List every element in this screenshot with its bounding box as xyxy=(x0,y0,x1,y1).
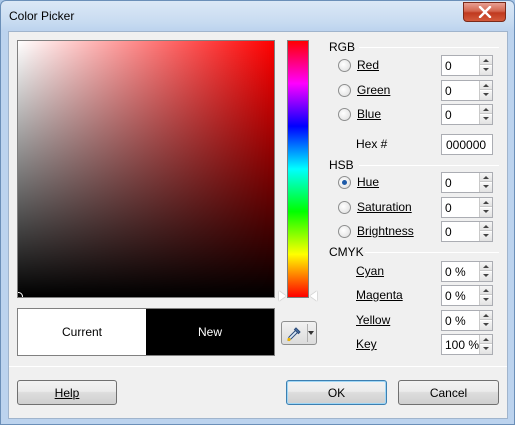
brightness-decrement[interactable] xyxy=(480,232,492,241)
chevron-down-icon[interactable] xyxy=(308,331,314,335)
yellow-value[interactable]: 0 % xyxy=(445,314,466,328)
cyan-increment[interactable] xyxy=(480,262,492,271)
hue-increment[interactable] xyxy=(480,173,492,182)
brightness-label: Brightness xyxy=(357,224,414,238)
saturation-radio[interactable]: Saturation xyxy=(338,197,412,217)
hue-decrement[interactable] xyxy=(480,183,492,192)
cyan-spinbox[interactable]: 0 % xyxy=(441,261,493,282)
blue-decrement[interactable] xyxy=(480,115,492,124)
ok-button[interactable]: OK xyxy=(286,380,387,405)
eyedropper-icon xyxy=(287,327,301,342)
brightness-radio-circle[interactable] xyxy=(338,224,351,238)
hue-slider[interactable] xyxy=(287,40,309,298)
red-label: Red xyxy=(357,58,380,72)
magenta-spinbox[interactable]: 0 % xyxy=(441,285,493,306)
button-area-divider xyxy=(9,366,507,367)
blue-radio-circle[interactable] xyxy=(338,107,351,121)
red-radio-circle[interactable] xyxy=(338,58,351,72)
green-radio-circle[interactable] xyxy=(338,83,351,97)
brightness-spinbox[interactable]: 0 xyxy=(441,221,493,242)
key-label: Key xyxy=(356,337,377,351)
yellow-decrement[interactable] xyxy=(480,321,492,330)
color-preview: Current New xyxy=(17,308,275,356)
ok-label: OK xyxy=(327,385,346,400)
yellow-spinbox[interactable]: 0 % xyxy=(441,310,493,331)
cmyk-group-label: CMYK xyxy=(329,245,364,259)
cmyk-divider xyxy=(365,252,499,253)
window-title: Color Picker xyxy=(9,9,75,23)
current-label: Current xyxy=(61,325,102,339)
hue-radio[interactable]: Hue xyxy=(338,172,379,192)
hue-slider-thumb-left[interactable] xyxy=(279,291,286,301)
help-button[interactable]: Help xyxy=(17,380,117,405)
green-value[interactable]: 0 xyxy=(445,84,452,98)
red-spinbox[interactable]: 0 xyxy=(441,55,493,76)
key-spinbox[interactable]: 100 % xyxy=(441,334,493,355)
blue-increment[interactable] xyxy=(480,105,492,114)
rgb-group-label: RGB xyxy=(329,40,356,54)
sv-cursor[interactable] xyxy=(18,292,23,297)
red-radio[interactable]: Red xyxy=(338,55,379,75)
blue-value[interactable]: 0 xyxy=(445,108,452,122)
saturation-decrement[interactable] xyxy=(480,208,492,217)
key-decrement[interactable] xyxy=(480,345,492,354)
yellow-increment[interactable] xyxy=(480,311,492,320)
magenta-value[interactable]: 0 % xyxy=(445,289,466,303)
cyan-decrement[interactable] xyxy=(480,272,492,281)
help-label: Help xyxy=(54,385,80,400)
cancel-label: Cancel xyxy=(429,385,468,400)
hex-value[interactable]: 000000 xyxy=(446,138,486,152)
hue-radio-circle[interactable] xyxy=(338,175,351,189)
hsb-divider xyxy=(359,165,499,166)
magenta-increment[interactable] xyxy=(480,286,492,295)
hue-value[interactable]: 0 xyxy=(445,176,452,190)
red-value[interactable]: 0 xyxy=(445,59,452,73)
hue-label: Hue xyxy=(357,175,380,189)
close-icon xyxy=(478,6,492,18)
hsb-group-label: HSB xyxy=(329,158,354,172)
brightness-increment[interactable] xyxy=(480,222,492,231)
red-decrement[interactable] xyxy=(480,66,492,75)
brightness-value[interactable]: 0 xyxy=(445,225,452,239)
blue-spinbox[interactable]: 0 xyxy=(441,104,493,125)
hue-slider-thumb-right[interactable] xyxy=(310,291,317,301)
title-bar[interactable]: Color Picker xyxy=(1,1,514,31)
current-color-swatch: Current xyxy=(18,309,146,355)
color-picker-window: Color Picker Current New RGB Red 0 Green… xyxy=(0,0,515,425)
green-label: Green xyxy=(357,83,391,97)
blue-radio[interactable]: Blue xyxy=(338,104,381,124)
saturation-increment[interactable] xyxy=(480,198,492,207)
saturation-label: Saturation xyxy=(357,200,412,214)
saturation-value[interactable]: 0 xyxy=(445,201,452,215)
hex-label: Hex # xyxy=(356,137,388,151)
yellow-label: Yellow xyxy=(356,313,391,327)
cancel-button[interactable]: Cancel xyxy=(398,380,499,405)
green-radio[interactable]: Green xyxy=(338,80,390,100)
saturation-brightness-field[interactable] xyxy=(17,40,275,298)
blue-label: Blue xyxy=(357,107,382,121)
cyan-value[interactable]: 0 % xyxy=(445,265,466,279)
hue-spinbox[interactable]: 0 xyxy=(441,172,493,193)
green-increment[interactable] xyxy=(480,81,492,90)
cyan-label: Cyan xyxy=(356,264,385,278)
key-increment[interactable] xyxy=(480,335,492,344)
red-increment[interactable] xyxy=(480,56,492,65)
saturation-spinbox[interactable]: 0 xyxy=(441,197,493,218)
green-decrement[interactable] xyxy=(480,91,492,100)
hex-input[interactable]: 000000 xyxy=(441,134,493,155)
close-button[interactable] xyxy=(463,2,506,22)
rgb-divider xyxy=(359,47,499,48)
key-value[interactable]: 100 % xyxy=(445,338,479,352)
magenta-label: Magenta xyxy=(356,288,403,302)
pipette-button[interactable] xyxy=(281,321,317,345)
new-label: New xyxy=(197,325,222,339)
green-spinbox[interactable]: 0 xyxy=(441,80,493,101)
dialog-client-area: Current New RGB Red 0 Green 0 Blue 0 Hex… xyxy=(8,31,508,419)
new-color-swatch: New xyxy=(146,309,274,355)
brightness-radio[interactable]: Brightness xyxy=(338,221,414,241)
saturation-radio-circle[interactable] xyxy=(338,200,351,214)
magenta-decrement[interactable] xyxy=(480,296,492,305)
